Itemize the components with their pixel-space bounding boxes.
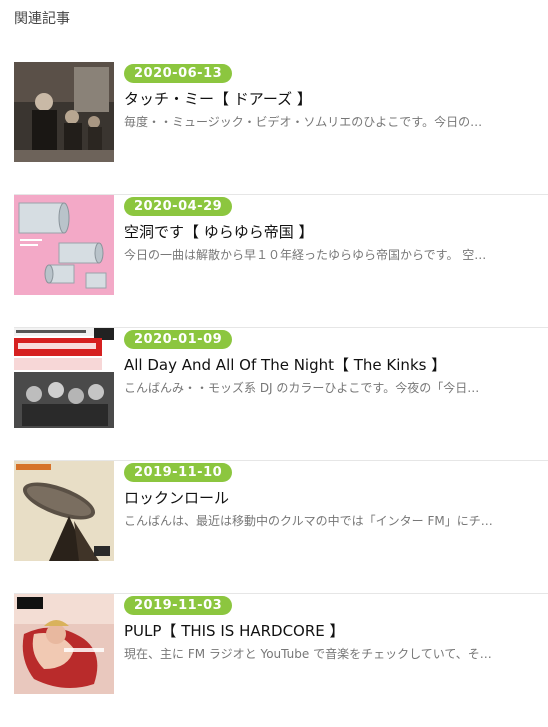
album-cover-doors-icon [14, 62, 114, 162]
article-item[interactable]: 2019-11-03 PULP【 THIS IS HARDCORE 】 現在、主… [14, 594, 548, 727]
article-title[interactable]: ロックンロール [124, 487, 544, 508]
thumbnail-pulp[interactable] [14, 594, 114, 694]
related-articles-list: 2020-06-13 タッチ・ミー【 ドアーズ 】 毎度・・ミュージック・ビデオ… [14, 62, 548, 727]
article-item[interactable]: 2019-11-10 ロックンロール こんばんは、最近は移動中のクルマの中では「… [14, 461, 548, 594]
article-excerpt: こんばんみ・・モッズ系 DJ のカラーひよこです。今夜の「今日… [124, 381, 480, 395]
date-badge: 2020-06-13 [124, 64, 233, 83]
thumbnail-doors[interactable] [14, 62, 114, 162]
article-title[interactable]: PULP【 THIS IS HARDCORE 】 [124, 620, 544, 641]
section-title: 関連記事 [14, 11, 70, 27]
article-excerpt: 毎度・・ミュージック・ビデオ・ソムリエのひよこです。今日の… [124, 115, 483, 129]
article-title[interactable]: タッチ・ミー【 ドアーズ 】 [124, 88, 544, 109]
thumbnail-kudo[interactable] [14, 195, 114, 295]
thumbnail-kinks[interactable] [14, 328, 114, 428]
album-cover-pulp-icon [14, 594, 114, 694]
article-excerpt: 現在、主に FM ラジオと YouTube で音楽をチェックしていて、そ… [124, 647, 492, 661]
article-title[interactable]: All Day And All Of The Night【 The Kinks … [124, 354, 544, 375]
album-cover-kudo-icon [14, 195, 114, 295]
album-cover-zeppelin-icon [14, 461, 114, 561]
date-badge: 2020-04-29 [124, 197, 233, 216]
article-excerpt: 今日の一曲は解散から早１０年経ったゆらゆら帝国からです。 空… [124, 248, 487, 262]
date-badge: 2019-11-03 [124, 596, 233, 615]
article-item[interactable]: 2020-06-13 タッチ・ミー【 ドアーズ 】 毎度・・ミュージック・ビデオ… [14, 62, 548, 195]
date-badge: 2019-11-10 [124, 463, 233, 482]
article-item[interactable]: 2020-01-09 All Day And All Of The Night【… [14, 328, 548, 461]
article-title[interactable]: 空洞です【 ゆらゆら帝国 】 [124, 221, 544, 242]
album-cover-kinks-icon [14, 328, 114, 428]
date-badge: 2020-01-09 [124, 330, 233, 349]
article-item[interactable]: 2020-04-29 空洞です【 ゆらゆら帝国 】 今日の一曲は解散から早１０年… [14, 195, 548, 328]
article-excerpt: こんばんは、最近は移動中のクルマの中では「インター FM」にチ… [124, 514, 493, 528]
thumbnail-zeppelin[interactable] [14, 461, 114, 561]
